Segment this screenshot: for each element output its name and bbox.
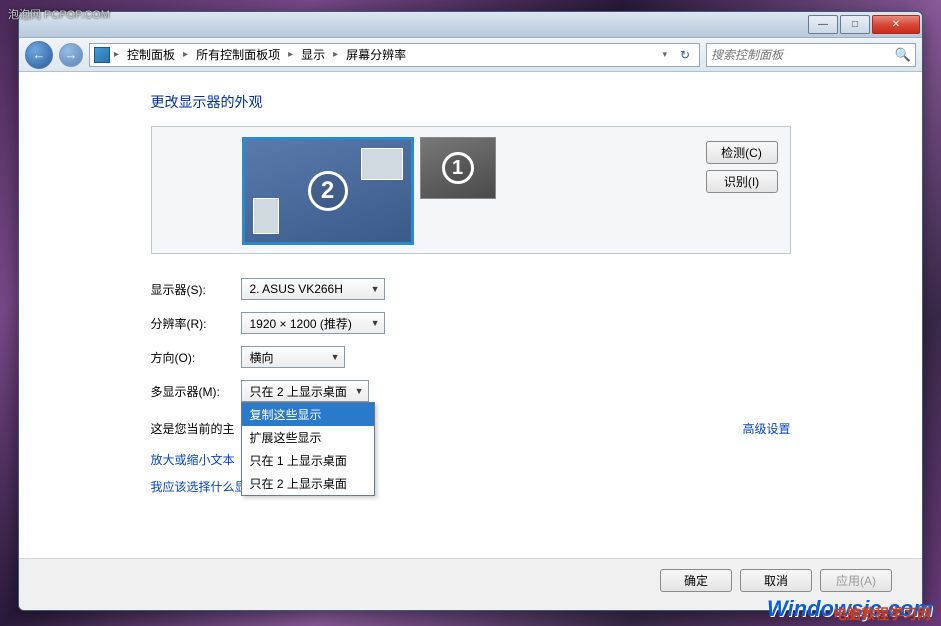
dropdown-item[interactable]: 只在 2 上显示桌面 xyxy=(242,472,374,495)
multi-display-dropdown: 复制这些显示 扩展这些显示 只在 1 上显示桌面 只在 2 上显示桌面 xyxy=(241,402,375,496)
window: — □ ✕ ← → ▸ 控制面板 ▸ 所有控制面板项 ▸ 显示 ▸ 屏幕分辨率 … xyxy=(18,11,923,611)
search-icon[interactable]: 🔍 xyxy=(895,47,911,63)
breadcrumb-item[interactable]: 控制面板 xyxy=(123,46,179,63)
dropdown-item[interactable]: 只在 1 上显示桌面 xyxy=(242,449,374,472)
combo-value: 2. ASUS VK266H xyxy=(250,282,365,296)
search-input[interactable] xyxy=(711,48,895,62)
dropdown-item[interactable]: 扩展这些显示 xyxy=(242,426,374,449)
combo-value: 1920 × 1200 (推荐) xyxy=(250,315,365,332)
chevron-down-icon: ▼ xyxy=(349,386,364,396)
monitor-thumbnail xyxy=(361,148,403,180)
titlebar: — □ ✕ xyxy=(19,12,922,38)
chevron-down-icon: ▼ xyxy=(325,352,340,362)
orientation-label: 方向(O): xyxy=(151,349,241,366)
monitor-number: 1 xyxy=(442,152,474,184)
display-label: 显示器(S): xyxy=(151,281,241,298)
window-controls: — □ ✕ xyxy=(806,15,920,34)
combo-value: 只在 2 上显示桌面 xyxy=(250,383,349,400)
watermark-bottom2: 电脑教程学习网 xyxy=(833,604,931,624)
monitor-number: 2 xyxy=(308,171,348,211)
main-display-text: 这是您当前的主 xyxy=(151,422,235,436)
display-combo[interactable]: 2. ASUS VK266H ▼ xyxy=(241,278,385,300)
monitor-2[interactable]: 2 xyxy=(242,137,414,245)
ok-button[interactable]: 确定 xyxy=(660,569,732,592)
breadcrumb-item[interactable]: 屏幕分辨率 xyxy=(342,46,410,63)
multi-display-label: 多显示器(M): xyxy=(151,383,241,400)
resolution-label: 分辨率(R): xyxy=(151,315,241,332)
back-button[interactable]: ← xyxy=(25,41,53,69)
chevron-right-icon: ▸ xyxy=(114,49,119,60)
chevron-right-icon: ▸ xyxy=(183,49,188,60)
identify-button[interactable]: 识别(I) xyxy=(706,170,778,193)
resolution-combo[interactable]: 1920 × 1200 (推荐) ▼ xyxy=(241,312,385,334)
dropdown-item[interactable]: 复制这些显示 xyxy=(242,403,374,426)
monitor-1[interactable]: 1 xyxy=(420,137,496,199)
close-button[interactable]: ✕ xyxy=(872,15,920,34)
chevron-right-icon: ▸ xyxy=(333,49,338,60)
breadcrumb-item[interactable]: 所有控制面板项 xyxy=(192,46,284,63)
navbar: ← → ▸ 控制面板 ▸ 所有控制面板项 ▸ 显示 ▸ 屏幕分辨率 ▾ ↻ 🔍 xyxy=(19,38,922,72)
chevron-down-icon[interactable]: ▾ xyxy=(658,49,671,60)
minimize-button[interactable]: — xyxy=(808,15,838,34)
watermark-top: 泡泡网 PCPOP.COM xyxy=(8,6,110,22)
chevron-right-icon: ▸ xyxy=(288,49,293,60)
refresh-icon[interactable]: ↻ xyxy=(675,48,695,62)
chevron-down-icon: ▼ xyxy=(365,318,380,328)
forward-button[interactable]: → xyxy=(59,43,83,67)
display-arrangement[interactable]: 2 1 检测(C) 识别(I) xyxy=(151,126,791,254)
search-box[interactable]: 🔍 xyxy=(706,43,916,67)
monitor-thumbnail xyxy=(253,198,279,234)
orientation-combo[interactable]: 横向 ▼ xyxy=(241,346,345,368)
maximize-button[interactable]: □ xyxy=(840,15,870,34)
text-size-link[interactable]: 放大或缩小文本 xyxy=(151,453,235,467)
combo-value: 横向 xyxy=(250,349,325,366)
cancel-button[interactable]: 取消 xyxy=(740,569,812,592)
detect-button[interactable]: 检测(C) xyxy=(706,141,778,164)
chevron-down-icon: ▼ xyxy=(365,284,380,294)
address-bar[interactable]: ▸ 控制面板 ▸ 所有控制面板项 ▸ 显示 ▸ 屏幕分辨率 ▾ ↻ xyxy=(89,43,700,67)
breadcrumb: 控制面板 ▸ 所有控制面板项 ▸ 显示 ▸ 屏幕分辨率 xyxy=(123,46,654,63)
apply-button[interactable]: 应用(A) xyxy=(820,569,892,592)
multi-display-combo[interactable]: 只在 2 上显示桌面 ▼ 复制这些显示 扩展这些显示 只在 1 上显示桌面 只在… xyxy=(241,380,369,402)
page-title: 更改显示器的外观 xyxy=(151,92,791,112)
advanced-settings-link[interactable]: 高级设置 xyxy=(742,420,790,437)
control-panel-icon xyxy=(94,47,110,63)
breadcrumb-item[interactable]: 显示 xyxy=(297,46,329,63)
content-area: 更改显示器的外观 2 1 检测(C) 识别(I) 显示器(S): 2 xyxy=(19,72,922,558)
